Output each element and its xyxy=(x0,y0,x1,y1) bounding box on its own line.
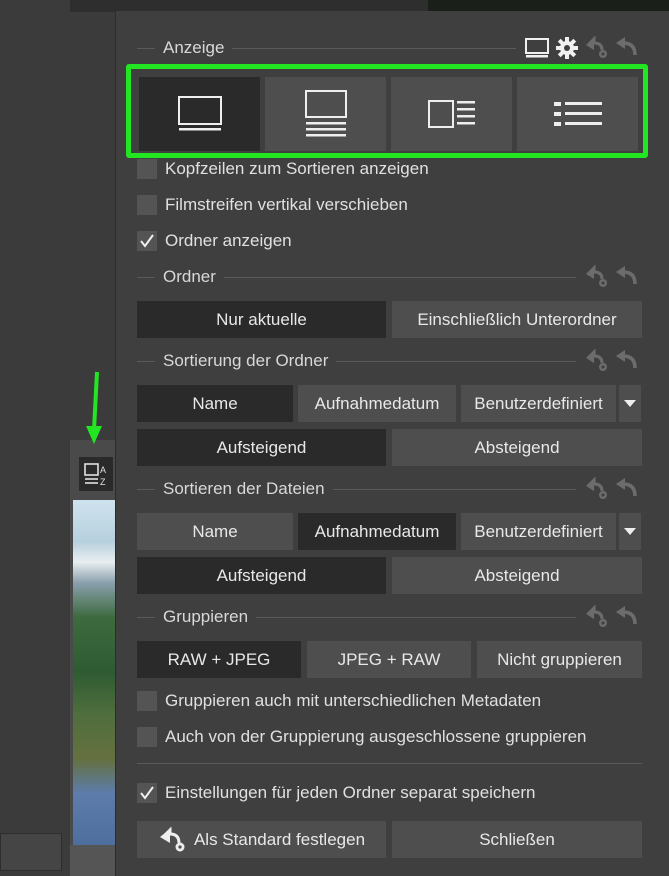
reset-to-default-icon xyxy=(159,826,185,851)
undo-icon[interactable] xyxy=(612,348,642,374)
divider xyxy=(137,276,155,278)
view-mode-filmstrip-button[interactable] xyxy=(265,77,386,151)
folder-sort-date-button[interactable]: Aufnahmedatum xyxy=(298,385,456,422)
file-sort-custom-dropdown[interactable] xyxy=(619,513,641,550)
file-sort-ascending-button[interactable]: Aufsteigend xyxy=(137,557,386,594)
list-view-icon xyxy=(553,102,602,126)
checkbox[interactable] xyxy=(137,159,157,179)
set-as-default-label: Als Standard festlegen xyxy=(193,829,366,849)
set-as-default-button[interactable]: Als Standard festlegen xyxy=(137,821,386,858)
view-mode-group xyxy=(126,64,648,158)
background-input-box[interactable] xyxy=(0,833,62,871)
undo-icon[interactable] xyxy=(612,35,642,61)
option-label: Auch von der Gruppierung ausgeschlossene… xyxy=(165,727,587,746)
divider xyxy=(336,360,576,362)
file-sort-custom-button[interactable]: Benutzerdefiniert xyxy=(461,513,616,550)
option-group-excluded[interactable]: Auch von der Gruppierung ausgeschlossene… xyxy=(137,725,587,749)
checkmark-icon xyxy=(140,234,154,248)
filmstrip-thumbnail[interactable] xyxy=(73,500,115,845)
checkbox[interactable] xyxy=(137,691,157,711)
section-header-file-sort: Sortieren der Dateien xyxy=(137,476,642,502)
checkbox-checked[interactable] xyxy=(137,783,157,803)
reset-to-default-icon[interactable] xyxy=(582,604,612,630)
divider xyxy=(137,488,155,490)
option-show-sort-headers[interactable]: Kopfzeilen zum Sortieren anzeigen xyxy=(137,157,429,181)
annotation-arrow-icon xyxy=(86,371,102,444)
option-label: Kopfzeilen zum Sortieren anzeigen xyxy=(165,159,429,178)
view-mode-single-button[interactable] xyxy=(139,77,260,151)
monitor-icon[interactable] xyxy=(522,35,552,61)
divider xyxy=(137,763,642,764)
svg-text:A: A xyxy=(100,465,106,475)
chevron-down-icon xyxy=(624,399,636,407)
section-title: Anzeige xyxy=(163,38,225,57)
checkbox[interactable] xyxy=(137,727,157,747)
section-header-grouping: Gruppieren xyxy=(137,604,642,630)
sort-options-button[interactable]: A Z xyxy=(79,457,113,491)
filmstrip-footer xyxy=(70,845,115,876)
option-label: Einstellungen für jeden Ordner separat s… xyxy=(165,783,536,802)
folders-current-only-button[interactable]: Nur aktuelle xyxy=(137,301,386,338)
preview-list-view-icon xyxy=(427,100,475,128)
option-label: Gruppieren auch mit unterschiedlichen Me… xyxy=(165,691,542,710)
folder-sort-custom-button[interactable]: Benutzerdefiniert xyxy=(461,385,616,422)
reset-to-default-icon[interactable] xyxy=(582,348,612,374)
reset-to-default-icon[interactable] xyxy=(582,264,612,290)
checkbox-checked[interactable] xyxy=(137,231,157,251)
reset-to-default-icon[interactable] xyxy=(582,476,612,502)
divider xyxy=(137,616,155,618)
filmstrip-view-icon xyxy=(304,90,347,137)
group-raw-jpeg-button[interactable]: RAW + JPEG xyxy=(137,641,301,678)
divider xyxy=(232,47,516,49)
file-sort-date-button[interactable]: Aufnahmedatum xyxy=(298,513,456,550)
folder-sort-custom-dropdown[interactable] xyxy=(619,385,641,422)
undo-icon[interactable] xyxy=(612,604,642,630)
view-mode-list-button[interactable] xyxy=(517,77,638,151)
option-label: Filmstreifen vertikal verschieben xyxy=(165,195,408,214)
undo-icon[interactable] xyxy=(612,264,642,290)
divider xyxy=(137,360,155,362)
folder-sort-ascending-button[interactable]: Aufsteigend xyxy=(137,429,386,466)
group-jpeg-raw-button[interactable]: JPEG + RAW xyxy=(307,641,471,678)
folders-include-subfolders-button[interactable]: Einschließlich Unterordner xyxy=(392,301,642,338)
folder-sort-descending-button[interactable]: Absteigend xyxy=(392,429,642,466)
section-title: Ordner xyxy=(163,267,216,286)
sort-az-icon: A Z xyxy=(84,463,106,487)
view-mode-preview-list-button[interactable] xyxy=(391,77,512,151)
close-button[interactable]: Schließen xyxy=(392,821,642,858)
section-title: Sortieren der Dateien xyxy=(163,479,325,498)
section-header-folders: Ordner xyxy=(137,264,642,290)
folder-sort-name-button[interactable]: Name xyxy=(137,385,293,422)
gear-icon[interactable] xyxy=(552,35,582,61)
checkbox[interactable] xyxy=(137,195,157,215)
checkmark-icon xyxy=(140,786,154,800)
section-title: Gruppieren xyxy=(163,607,249,626)
option-group-different-metadata[interactable]: Gruppieren auch mit unterschiedlichen Me… xyxy=(137,689,541,713)
section-title: Sortierung der Ordner xyxy=(163,351,329,370)
svg-text:Z: Z xyxy=(100,477,106,487)
view-settings-panel: Anzeige Kopfzeilen zum Sortieren anzeige… xyxy=(115,11,669,876)
divider xyxy=(137,47,155,49)
option-label: Ordner anzeigen xyxy=(165,231,292,250)
section-header-folder-sort: Sortierung der Ordner xyxy=(137,348,642,374)
file-sort-name-button[interactable]: Name xyxy=(137,513,293,550)
reset-to-default-icon[interactable] xyxy=(582,35,612,61)
option-show-folders[interactable]: Ordner anzeigen xyxy=(137,229,292,253)
group-none-button[interactable]: Nicht gruppieren xyxy=(477,641,642,678)
chevron-down-icon xyxy=(624,527,636,535)
single-view-icon xyxy=(177,96,222,131)
divider xyxy=(256,616,576,618)
divider xyxy=(223,276,576,278)
undo-icon[interactable] xyxy=(612,476,642,502)
file-sort-descending-button[interactable]: Absteigend xyxy=(392,557,642,594)
option-save-per-folder[interactable]: Einstellungen für jeden Ordner separat s… xyxy=(137,781,535,805)
section-header-display: Anzeige xyxy=(137,35,642,61)
divider xyxy=(332,488,576,490)
option-move-filmstrip-vertical[interactable]: Filmstreifen vertikal verschieben xyxy=(137,193,408,217)
